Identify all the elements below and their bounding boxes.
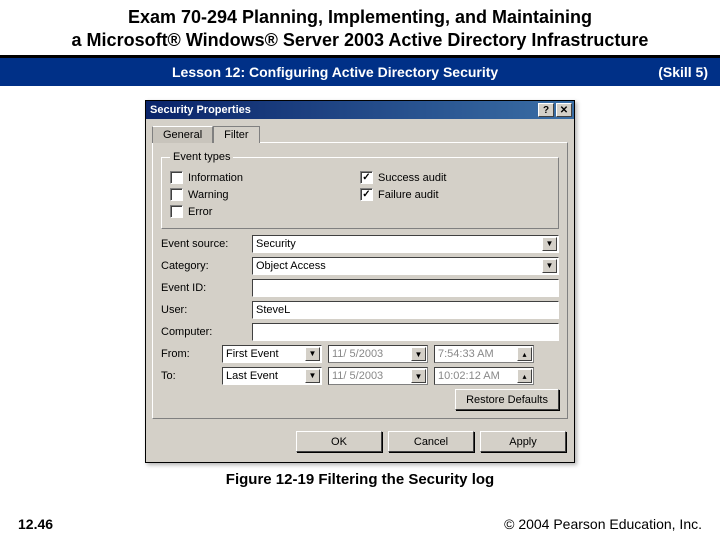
- label-category: Category:: [161, 260, 246, 272]
- event-types-legend: Event types: [170, 151, 233, 163]
- chevron-down-icon: ▼: [542, 259, 557, 273]
- close-icon[interactable]: ✕: [556, 103, 572, 117]
- date-from[interactable]: 11/ 5/2003 ▼: [328, 345, 428, 363]
- spinner-icon: ▴: [517, 347, 532, 361]
- chevron-down-icon: ▼: [411, 347, 426, 361]
- spinner-icon: ▴: [517, 369, 532, 383]
- tab-filter[interactable]: Filter: [213, 126, 259, 143]
- tab-filter-body: Event types Information Warning: [152, 142, 568, 419]
- lesson-bar: Lesson 12: Configuring Active Directory …: [0, 55, 720, 86]
- input-computer[interactable]: [252, 323, 559, 341]
- time-to[interactable]: 10:02:12 AM ▴: [434, 367, 534, 385]
- label-computer: Computer:: [161, 326, 246, 338]
- checkbox-warning[interactable]: Warning: [170, 188, 360, 201]
- checkbox-icon: [170, 205, 183, 218]
- restore-defaults-button[interactable]: Restore Defaults: [455, 389, 559, 410]
- time-from[interactable]: 7:54:33 AM ▴: [434, 345, 534, 363]
- cancel-button[interactable]: Cancel: [388, 431, 474, 452]
- label-from: From:: [161, 348, 216, 360]
- figure-caption: Figure 12-19 Filtering the Security log: [0, 471, 720, 488]
- input-event-id[interactable]: [252, 279, 559, 297]
- copyright: © 2004 Pearson Education, Inc.: [504, 516, 702, 532]
- checkbox-information[interactable]: Information: [170, 171, 360, 184]
- skill-label: (Skill 5): [658, 64, 708, 80]
- input-user[interactable]: SteveL: [252, 301, 559, 319]
- label-user: User:: [161, 304, 246, 316]
- dialog-title: Security Properties: [150, 104, 536, 116]
- combo-category[interactable]: Object Access ▼: [252, 257, 559, 275]
- tabstrip: General Filter: [146, 119, 574, 142]
- chevron-down-icon: ▼: [411, 369, 426, 383]
- page-number: 12.46: [18, 516, 53, 532]
- dialog-titlebar[interactable]: Security Properties ? ✕: [146, 101, 574, 119]
- help-icon[interactable]: ?: [538, 103, 554, 117]
- combo-from[interactable]: First Event ▼: [222, 345, 322, 363]
- label-event-id: Event ID:: [161, 282, 246, 294]
- slide-title: Exam 70-294 Planning, Implementing, and …: [0, 0, 720, 55]
- checkbox-success-audit[interactable]: Success audit: [360, 171, 550, 184]
- checkbox-icon: [360, 171, 373, 184]
- chevron-down-icon: ▼: [542, 237, 557, 251]
- checkbox-error[interactable]: Error: [170, 205, 360, 218]
- label-event-source: Event source:: [161, 238, 246, 250]
- tab-general[interactable]: General: [152, 126, 213, 143]
- event-types-group: Event types Information Warning: [161, 151, 559, 229]
- apply-button[interactable]: Apply: [480, 431, 566, 452]
- lesson-label: Lesson 12: Configuring Active Directory …: [12, 64, 658, 80]
- checkbox-icon: [360, 188, 373, 201]
- security-properties-dialog: Security Properties ? ✕ General Filter E…: [145, 100, 575, 463]
- ok-button[interactable]: OK: [296, 431, 382, 452]
- chevron-down-icon: ▼: [305, 369, 320, 383]
- checkbox-failure-audit[interactable]: Failure audit: [360, 188, 550, 201]
- label-to: To:: [161, 370, 216, 382]
- chevron-down-icon: ▼: [305, 347, 320, 361]
- checkbox-icon: [170, 171, 183, 184]
- combo-to[interactable]: Last Event ▼: [222, 367, 322, 385]
- checkbox-icon: [170, 188, 183, 201]
- date-to[interactable]: 11/ 5/2003 ▼: [328, 367, 428, 385]
- combo-event-source[interactable]: Security ▼: [252, 235, 559, 253]
